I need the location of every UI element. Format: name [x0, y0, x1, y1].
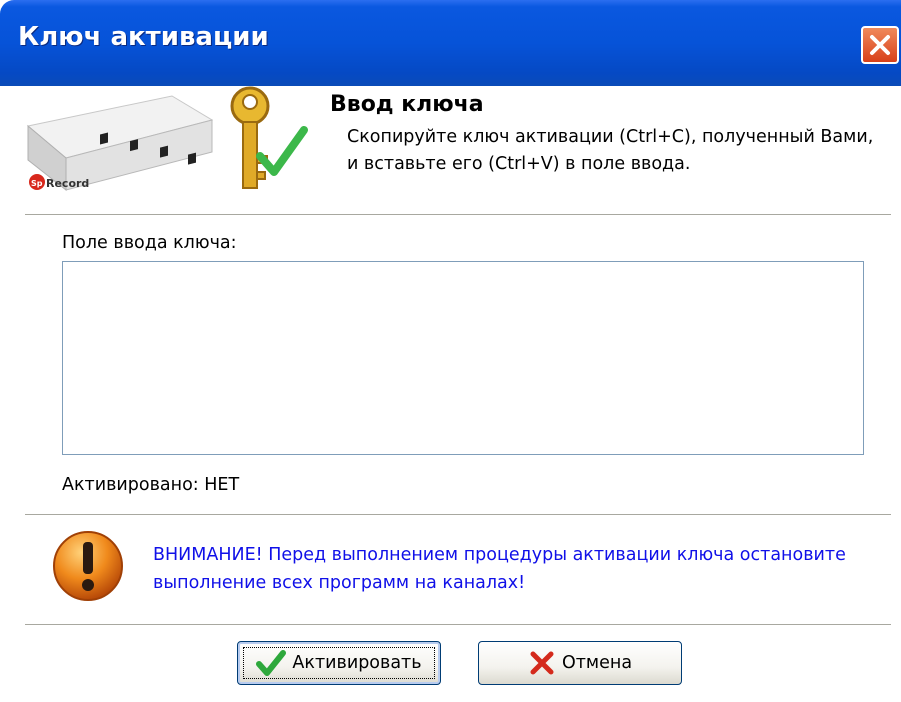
warning-message: ВНИМАНИЕ! Перед выполнением процедуры ак…	[153, 545, 846, 593]
activate-button[interactable]: Активировать	[237, 641, 441, 685]
svg-text:Record: Record	[46, 177, 89, 190]
activation-dialog: Ключ активации Sp Record Ввод ключа Скоп…	[0, 0, 901, 702]
checkmark-icon	[256, 650, 287, 676]
svg-text:Sp: Sp	[31, 179, 43, 188]
dialog-body: Sp Record Ввод ключа Скопируйте ключ акт…	[0, 86, 901, 702]
warning-icon	[53, 531, 123, 601]
separator-top	[25, 214, 891, 216]
cancel-button[interactable]: Отмена	[478, 641, 682, 685]
close-button[interactable]	[861, 26, 899, 64]
separator-middle	[25, 514, 891, 516]
header-title: Ввод ключа	[330, 92, 484, 117]
device-key-illustration: Sp Record	[26, 86, 308, 192]
activate-button-label: Активировать	[292, 653, 422, 673]
key-field-label: Поле ввода ключа:	[62, 233, 237, 253]
activation-status: Активировано: НЕТ	[62, 475, 240, 495]
header-description: Скопируйте ключ активации (Ctrl+C), полу…	[347, 127, 874, 174]
sprecord-logo: Sp Record	[29, 174, 89, 190]
separator-bottom	[25, 624, 891, 626]
key-input[interactable]	[62, 261, 864, 455]
close-icon	[870, 35, 890, 55]
cancel-button-label: Отмена	[561, 653, 633, 673]
key-icon	[230, 86, 270, 189]
cross-icon	[530, 651, 554, 675]
check-overlay-icon	[256, 126, 308, 176]
window-title: Ключ активации	[18, 22, 269, 52]
title-bar[interactable]: Ключ активации	[0, 0, 901, 86]
